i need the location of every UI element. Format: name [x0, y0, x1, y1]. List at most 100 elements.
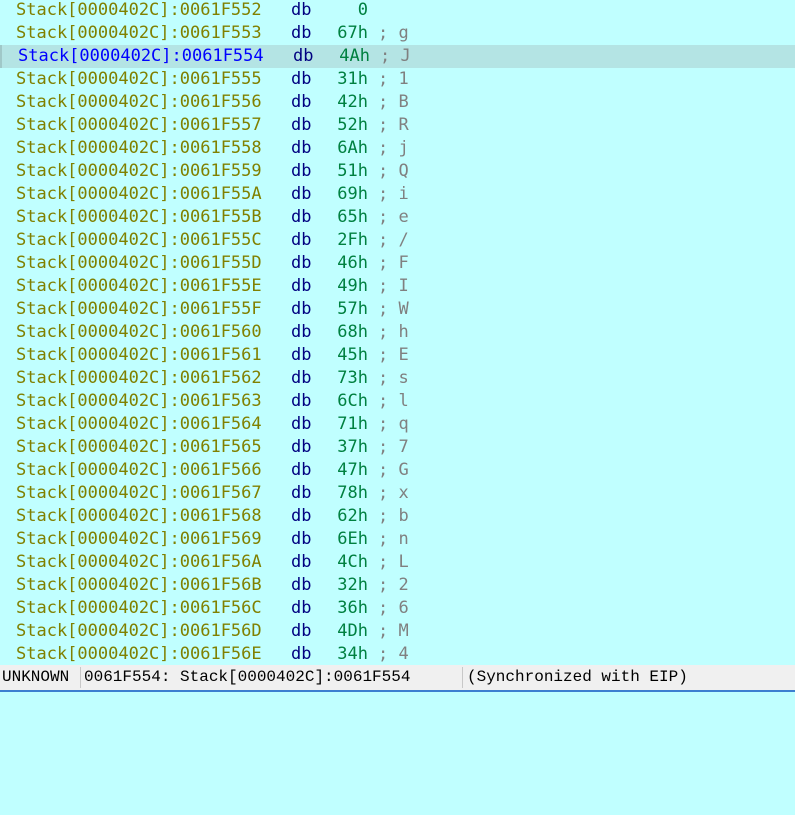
row-mnemonic: db	[291, 391, 312, 411]
listing-row[interactable]: Stack[0000402C]:0061F55E db 49h ; I	[0, 275, 795, 298]
row-comment: ; G	[378, 460, 409, 480]
row-value: 51h	[337, 161, 368, 181]
listing-row[interactable]: Stack[0000402C]:0061F55A db 69h ; i	[0, 183, 795, 206]
listing-row[interactable]: Stack[0000402C]:0061F566 db 47h ; G	[0, 459, 795, 482]
listing-row[interactable]: Stack[0000402C]:0061F560 db 68h ; h	[0, 321, 795, 344]
listing-row[interactable]: Stack[0000402C]:0061F552 db 0	[0, 0, 795, 22]
row-address: Stack[0000402C]:0061F569	[16, 529, 262, 549]
listing-row[interactable]: Stack[0000402C]:0061F562 db 73h ; s	[0, 367, 795, 390]
row-value: 6Eh	[337, 529, 368, 549]
row-address: Stack[0000402C]:0061F554	[18, 46, 264, 66]
listing-row[interactable]: Stack[0000402C]:0061F557 db 52h ; R	[0, 114, 795, 137]
listing-row[interactable]: Stack[0000402C]:0061F56A db 4Ch ; L	[0, 551, 795, 574]
row-value: 42h	[337, 92, 368, 112]
row-value: 32h	[337, 575, 368, 595]
listing-row[interactable]: Stack[0000402C]:0061F555 db 31h ; 1	[0, 68, 795, 91]
row-address: Stack[0000402C]:0061F568	[16, 506, 262, 526]
row-value: 65h	[337, 207, 368, 227]
listing-row[interactable]: Stack[0000402C]:0061F56B db 32h ; 2	[0, 574, 795, 597]
row-address: Stack[0000402C]:0061F566	[16, 460, 262, 480]
listing-row[interactable]: Stack[0000402C]:0061F563 db 6Ch ; l	[0, 390, 795, 413]
row-value: 52h	[337, 115, 368, 135]
row-comment: ; 2	[378, 575, 409, 595]
row-mnemonic: db	[291, 276, 312, 296]
row-comment: ; 4	[378, 644, 409, 664]
row-comment: ; g	[378, 23, 409, 43]
row-comment: ; x	[378, 483, 409, 503]
row-address: Stack[0000402C]:0061F55F	[16, 299, 262, 319]
listing-row[interactable]: Stack[0000402C]:0061F558 db 6Ah ; j	[0, 137, 795, 160]
row-address: Stack[0000402C]:0061F56C	[16, 598, 262, 618]
row-mnemonic: db	[291, 115, 312, 135]
listing-row[interactable]: Stack[0000402C]:0061F569 db 6Eh ; n	[0, 528, 795, 551]
listing-row[interactable]: Stack[0000402C]:0061F554 db 4Ah ; J	[0, 45, 795, 68]
row-address: Stack[0000402C]:0061F560	[16, 322, 262, 342]
row-address: Stack[0000402C]:0061F55B	[16, 207, 262, 227]
listing-row[interactable]: Stack[0000402C]:0061F568 db 62h ; b	[0, 505, 795, 528]
row-comment: ; Q	[378, 161, 409, 181]
row-mnemonic: db	[291, 644, 312, 664]
row-mnemonic: db	[291, 483, 312, 503]
row-mnemonic: db	[291, 437, 312, 457]
row-value: 0	[357, 0, 368, 20]
row-value: 57h	[337, 299, 368, 319]
row-value: 4Ah	[339, 46, 370, 66]
row-comment: ; b	[378, 506, 409, 526]
row-mnemonic: db	[291, 621, 312, 641]
row-address: Stack[0000402C]:0061F556	[16, 92, 262, 112]
row-address: Stack[0000402C]:0061F563	[16, 391, 262, 411]
row-mnemonic: db	[291, 23, 312, 43]
listing-row[interactable]: Stack[0000402C]:0061F553 db 67h ; g	[0, 22, 795, 45]
row-address: Stack[0000402C]:0061F555	[16, 69, 262, 89]
row-address: Stack[0000402C]:0061F565	[16, 437, 262, 457]
row-value: 73h	[337, 368, 368, 388]
listing-row[interactable]: Stack[0000402C]:0061F556 db 42h ; B	[0, 91, 795, 114]
listing-row[interactable]: Stack[0000402C]:0061F56D db 4Dh ; M	[0, 620, 795, 643]
listing-row[interactable]: Stack[0000402C]:0061F56C db 36h ; 6	[0, 597, 795, 620]
row-value: 67h	[337, 23, 368, 43]
listing-row[interactable]: Stack[0000402C]:0061F561 db 45h ; E	[0, 344, 795, 367]
row-comment: ; s	[378, 368, 409, 388]
row-comment: ; B	[378, 92, 409, 112]
disassembly-listing[interactable]: Stack[0000402C]:0061F552 db 0 Stack[0000402…	[0, 0, 795, 665]
row-mnemonic: db	[291, 322, 312, 342]
row-value: 45h	[337, 345, 368, 365]
status-sync: (Synchronized with EIP)	[467, 668, 688, 686]
status-separator	[80, 667, 81, 688]
row-value: 69h	[337, 184, 368, 204]
status-mode: UNKNOWN	[2, 668, 70, 686]
row-comment: ; E	[378, 345, 409, 365]
listing-row[interactable]: Stack[0000402C]:0061F564 db 71h ; q	[0, 413, 795, 436]
listing-row[interactable]: Stack[0000402C]:0061F55D db 46h ; F	[0, 252, 795, 275]
row-value: 68h	[337, 322, 368, 342]
row-address: Stack[0000402C]:0061F561	[16, 345, 262, 365]
row-value: 71h	[337, 414, 368, 434]
listing-row[interactable]: Stack[0000402C]:0061F55B db 65h ; e	[0, 206, 795, 229]
row-address: Stack[0000402C]:0061F557	[16, 115, 262, 135]
row-mnemonic: db	[291, 138, 312, 158]
row-address: Stack[0000402C]:0061F562	[16, 368, 262, 388]
listing-row[interactable]: Stack[0000402C]:0061F55C db 2Fh ; /	[0, 229, 795, 252]
listing-row[interactable]: Stack[0000402C]:0061F565 db 37h ; 7	[0, 436, 795, 459]
row-comment: ; e	[378, 207, 409, 227]
listing-row[interactable]: Stack[0000402C]:0061F567 db 78h ; x	[0, 482, 795, 505]
row-mnemonic: db	[291, 207, 312, 227]
row-mnemonic: db	[291, 575, 312, 595]
listing-row[interactable]: Stack[0000402C]:0061F55F db 57h ; W	[0, 298, 795, 321]
row-address: Stack[0000402C]:0061F55D	[16, 253, 262, 273]
listing-row[interactable]: Stack[0000402C]:0061F56E db 34h ; 4	[0, 643, 795, 666]
listing-row[interactable]: Stack[0000402C]:0061F559 db 51h ; Q	[0, 160, 795, 183]
row-comment: ; j	[378, 138, 409, 158]
row-value: 78h	[337, 483, 368, 503]
row-comment: ; h	[378, 322, 409, 342]
row-comment: ; 1	[378, 69, 409, 89]
row-mnemonic: db	[291, 0, 312, 20]
row-mnemonic: db	[291, 69, 312, 89]
row-value: 2Fh	[337, 230, 368, 250]
row-address: Stack[0000402C]:0061F55A	[16, 184, 262, 204]
row-comment: ; W	[378, 299, 409, 319]
row-address: Stack[0000402C]:0061F567	[16, 483, 262, 503]
row-comment: ; /	[378, 230, 409, 250]
status-location: 0061F554: Stack[0000402C]:0061F554	[84, 668, 411, 686]
row-address: Stack[0000402C]:0061F56B	[16, 575, 262, 595]
